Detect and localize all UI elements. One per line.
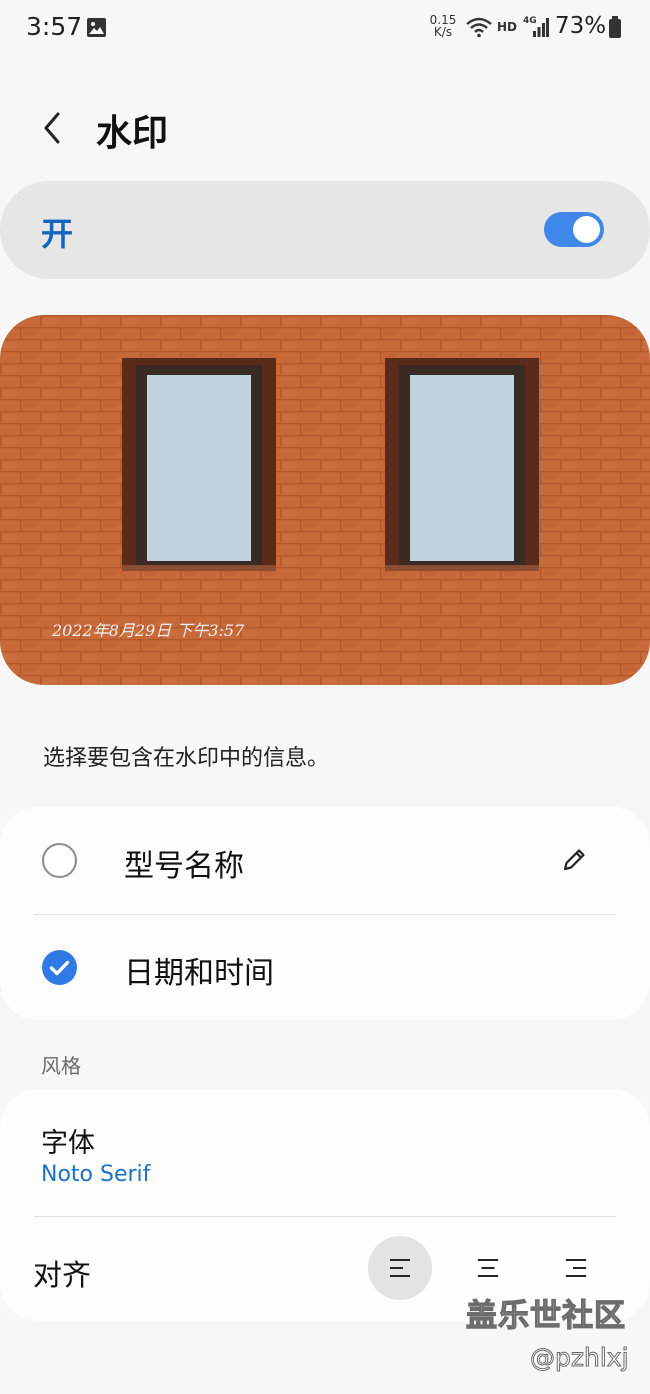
status-time: 3:57 [26, 12, 83, 41]
toggle-switch[interactable] [544, 212, 604, 247]
align-label: 对齐 [33, 1258, 92, 1292]
wifi-icon [466, 17, 492, 38]
option-model-name[interactable]: 型号名称 [0, 807, 650, 913]
master-switch-label: 开 [41, 215, 74, 253]
font-title: 字体 [41, 1128, 95, 1159]
status-bar: 3:57 0.15 K/s HD 4G 73% [0, 0, 650, 56]
style-card: 字体 Noto Serif 对齐 [0, 1089, 650, 1321]
option-label: 型号名称 [124, 849, 244, 884]
hd-indicator: HD [497, 20, 518, 34]
font-value: Noto Serif [41, 1162, 151, 1187]
watermark-options-card: 型号名称 日期和时间 [0, 807, 650, 1020]
toggle-knob [573, 216, 600, 243]
align-left-icon [390, 1259, 410, 1277]
back-arrow-icon[interactable] [38, 108, 68, 148]
net-speed: 0.15 K/s [429, 13, 457, 39]
pencil-icon[interactable] [560, 846, 588, 874]
battery-percent: 73% [555, 13, 607, 39]
align-left-button[interactable] [368, 1236, 432, 1300]
gallery-notification-icon [87, 18, 106, 37]
divider [34, 1216, 616, 1217]
align-right-icon [566, 1259, 586, 1277]
network-type: 4G [523, 16, 537, 26]
preview-watermark-text: 2022年8月29日 下午3:57 [52, 621, 245, 640]
checkbox-unchecked[interactable] [42, 843, 77, 878]
battery-icon [609, 16, 621, 38]
user-watermark: @pzhlxj [530, 1343, 630, 1373]
align-center-icon [478, 1259, 498, 1277]
option-date-time[interactable]: 日期和时间 [0, 914, 650, 1020]
site-watermark: 盖乐世社区 [465, 1297, 626, 1334]
cellular-signal-icon: 4G [523, 16, 549, 37]
watermark-master-switch[interactable]: 开 [0, 181, 650, 279]
checkbox-checked[interactable] [42, 950, 77, 985]
option-label: 日期和时间 [124, 956, 274, 991]
section-header-style: 风格 [41, 1054, 81, 1078]
info-hint-text: 选择要包含在水印中的信息。 [43, 746, 330, 771]
checkmark-icon [49, 960, 70, 976]
page-title: 水印 [96, 113, 169, 154]
